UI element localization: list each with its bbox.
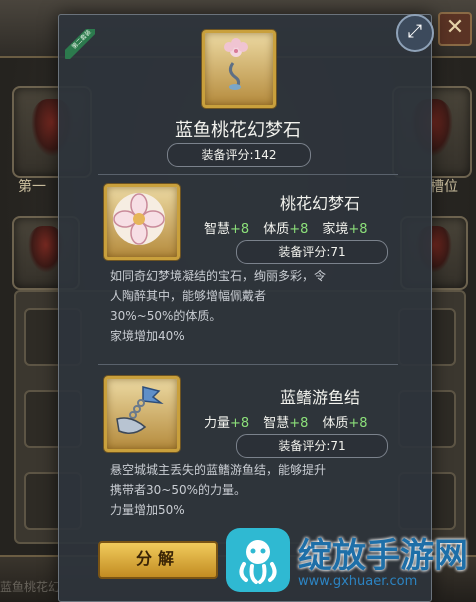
watermark-url: www.gxhuaer.com (298, 574, 418, 589)
watermark-text: 绽放手游网 (298, 536, 468, 576)
expand-arrows-icon[interactable]: ⤢ (396, 14, 434, 52)
item-icon-1 (104, 184, 180, 260)
watermark: 绽放手游网 www.gxhuaer.com (216, 522, 474, 600)
bottom-text: 蓝鱼桃花幻 (0, 580, 61, 594)
set-badge: 第二套装 (65, 29, 95, 59)
divider (98, 174, 398, 175)
score-value: 142 (253, 148, 277, 162)
flower-pendant-icon (224, 38, 248, 90)
set-item-score: 装备评分:142 (167, 143, 311, 167)
set-item-name: 蓝鱼桃花幻梦石 (175, 120, 301, 141)
item-icon-2 (104, 376, 180, 452)
decompose-button[interactable]: 分解 (98, 541, 218, 579)
close-button[interactable]: ✕ (438, 12, 472, 46)
score-label: 装备评分: (201, 148, 254, 162)
item-stats-2: 力量+8 智慧+8 体质+8 (204, 416, 368, 431)
item-name-2: 蓝鳍游鱼结 (279, 388, 360, 407)
item-score-1: 装备评分:71 (236, 240, 388, 264)
fish-knot-icon (116, 386, 164, 434)
octopus-logo-icon (226, 528, 290, 592)
item-section-2: 蓝鳍游鱼结 力量+8 智慧+8 体质+8 装备评分:71 悬空城城主丢失的蓝鳍游鱼结… (100, 374, 396, 534)
peach-blossom-icon (113, 193, 165, 245)
item-description-1: 如同奇幻梦境凝结的宝石，绚丽多彩，令 人陶醉其中，能够增幅佩戴者 30%~50%… (110, 269, 327, 343)
item-stats-1: 智慧+8 体质+8 家境+8 (204, 222, 368, 237)
slot-label-right: 槽位 (430, 179, 458, 195)
item-name-1: 桃花幻梦石 (279, 194, 360, 213)
set-item-icon (202, 30, 276, 108)
item-section-1: 桃花幻梦石 智慧+8 体质+8 家境+8 装备评分:71 如同奇幻梦境凝结的宝石，绚… (100, 180, 396, 350)
divider (98, 364, 398, 365)
item-description-2: 悬空城城主丢失的蓝鳍游鱼结，能够提升 携带者30~50%的力量。 力量增加50% (110, 463, 327, 517)
item-score-2: 装备评分:71 (236, 434, 388, 458)
slot-label-first: 第一 (18, 179, 46, 195)
